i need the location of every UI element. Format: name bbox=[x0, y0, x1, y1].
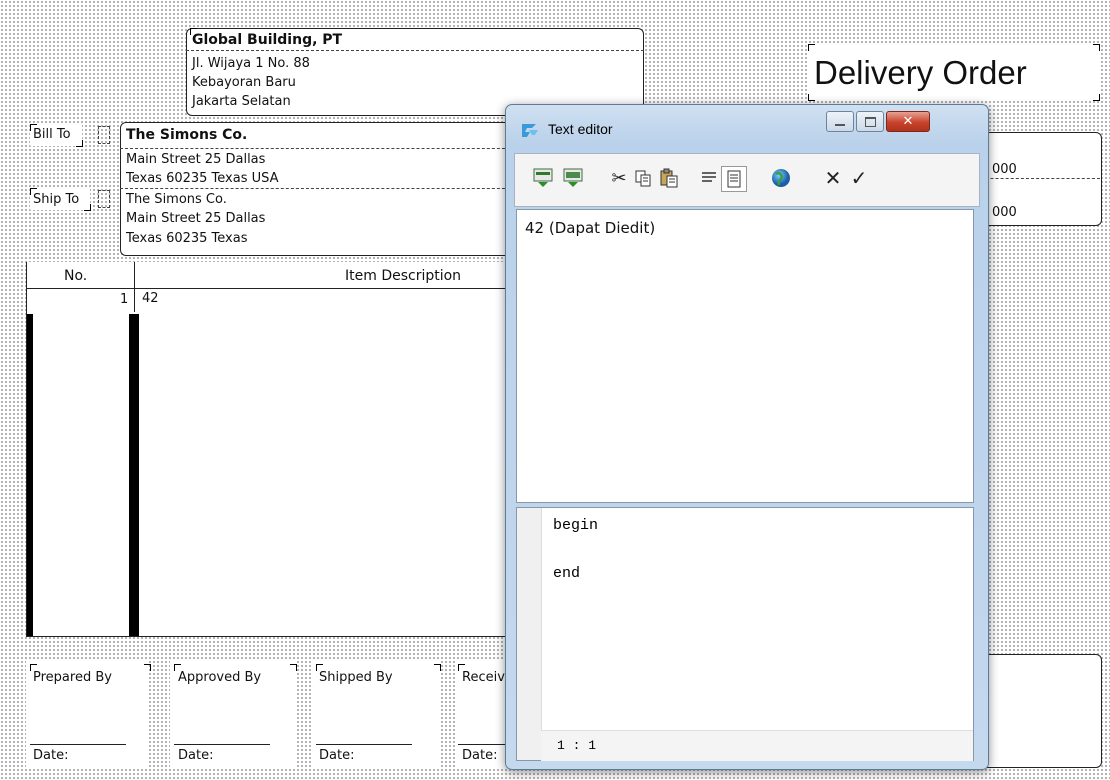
address-divider bbox=[120, 188, 520, 189]
row-band-mid bbox=[129, 314, 139, 636]
order-info-value-1: 000 bbox=[992, 162, 1017, 177]
ship-to-line1: Main Street 25 Dallas bbox=[126, 211, 266, 226]
signature-date-approved: Date: bbox=[178, 748, 214, 763]
bill-to-line1: Main Street 25 Dallas bbox=[126, 152, 266, 167]
align-icon[interactable] bbox=[697, 166, 721, 190]
company-address-3: Jakarta Selatan bbox=[192, 94, 291, 109]
table-header-line bbox=[26, 288, 516, 289]
globe-icon[interactable] bbox=[769, 166, 793, 190]
paste-icon[interactable] bbox=[657, 166, 681, 190]
bill-to-marker bbox=[98, 126, 110, 144]
ship-to-line2: Texas 60235 Texas bbox=[126, 231, 248, 246]
ship-to-marker bbox=[98, 190, 110, 208]
signature-label-shipped: Shipped By bbox=[319, 670, 393, 685]
selection-corner bbox=[84, 204, 91, 211]
signature-label-approved: Approved By bbox=[178, 670, 262, 685]
status-bar bbox=[541, 730, 973, 761]
copy-icon[interactable] bbox=[631, 166, 655, 190]
company-name: Global Building, PT bbox=[192, 32, 343, 48]
ok-icon[interactable]: ✓ bbox=[847, 166, 871, 190]
selection-corner bbox=[1093, 44, 1100, 51]
script-begin: begin bbox=[553, 517, 599, 534]
window-title: Text editor bbox=[548, 121, 613, 137]
selection-corner bbox=[808, 44, 815, 51]
signature-label-received: Receiv bbox=[462, 670, 505, 685]
signature-line bbox=[30, 744, 126, 745]
signature-date-shipped: Date: bbox=[319, 748, 355, 763]
fastreport-icon bbox=[522, 124, 538, 137]
selection-corner bbox=[144, 664, 151, 671]
signature-date-prepared: Date: bbox=[33, 748, 69, 763]
insert-variable-icon[interactable] bbox=[561, 166, 585, 190]
close-icon: ✕ bbox=[902, 114, 914, 129]
text-content-area[interactable]: 42 (Dapat Diedit) bbox=[516, 209, 974, 503]
ship-to-label: Ship To bbox=[33, 192, 80, 207]
selection-corner bbox=[1093, 94, 1100, 101]
selection-corner bbox=[76, 140, 83, 147]
script-gutter bbox=[517, 508, 542, 760]
address-divider bbox=[120, 148, 520, 149]
bill-to-label: Bill To bbox=[33, 127, 71, 142]
row-band-left bbox=[27, 314, 33, 636]
minimize-icon bbox=[835, 123, 845, 126]
document-title: Delivery Order bbox=[814, 54, 1027, 91]
company-divider bbox=[186, 50, 644, 51]
row-desc: 42 bbox=[142, 291, 159, 306]
company-address-1: Jl. Wijaya 1 No. 88 bbox=[192, 56, 310, 71]
order-info-value-2: 000 bbox=[992, 205, 1017, 220]
text-content: 42 (Dapat Diedit) bbox=[525, 219, 656, 237]
signature-line bbox=[174, 744, 270, 745]
cut-icon[interactable]: ✂ bbox=[607, 166, 631, 190]
maximize-button[interactable] bbox=[856, 111, 884, 132]
insert-field-icon[interactable] bbox=[531, 166, 555, 190]
selection-corner bbox=[434, 664, 441, 671]
selection-corner bbox=[808, 94, 815, 101]
maximize-icon bbox=[864, 116, 876, 127]
cursor-position: 1 : 1 bbox=[557, 738, 597, 753]
signature-line bbox=[316, 744, 412, 745]
signature-date-received: Date: bbox=[462, 748, 498, 763]
items-table[interactable] bbox=[26, 262, 516, 636]
col-desc-header: Item Description bbox=[345, 268, 462, 284]
minimize-button[interactable] bbox=[826, 111, 854, 132]
bill-to-name: The Simons Co. bbox=[126, 127, 248, 143]
word-wrap-icon[interactable] bbox=[721, 166, 747, 192]
table-col-divider bbox=[134, 262, 135, 312]
close-button[interactable]: ✕ bbox=[886, 111, 930, 132]
signature-label-prepared: Prepared By bbox=[33, 670, 112, 685]
script-end: end bbox=[553, 565, 581, 582]
script-editor-area[interactable]: begin end 1 : 1 bbox=[516, 507, 974, 761]
selection-corner bbox=[290, 664, 297, 671]
col-no-header: No. bbox=[64, 268, 88, 284]
editor-toolbar: ✂ ✕ ✓ bbox=[514, 153, 980, 207]
ship-to-name: The Simons Co. bbox=[126, 192, 227, 207]
row-no: 1 bbox=[120, 292, 129, 307]
table-bottom-line bbox=[26, 636, 516, 637]
company-address-2: Kebayoran Baru bbox=[192, 75, 296, 90]
cancel-icon[interactable]: ✕ bbox=[821, 166, 845, 190]
bill-to-line2: Texas 60235 Texas USA bbox=[126, 171, 279, 186]
text-editor-window[interactable]: Text editor ✕ ✂ ✕ ✓ 42 (Dapat Diedit) be… bbox=[505, 104, 989, 770]
